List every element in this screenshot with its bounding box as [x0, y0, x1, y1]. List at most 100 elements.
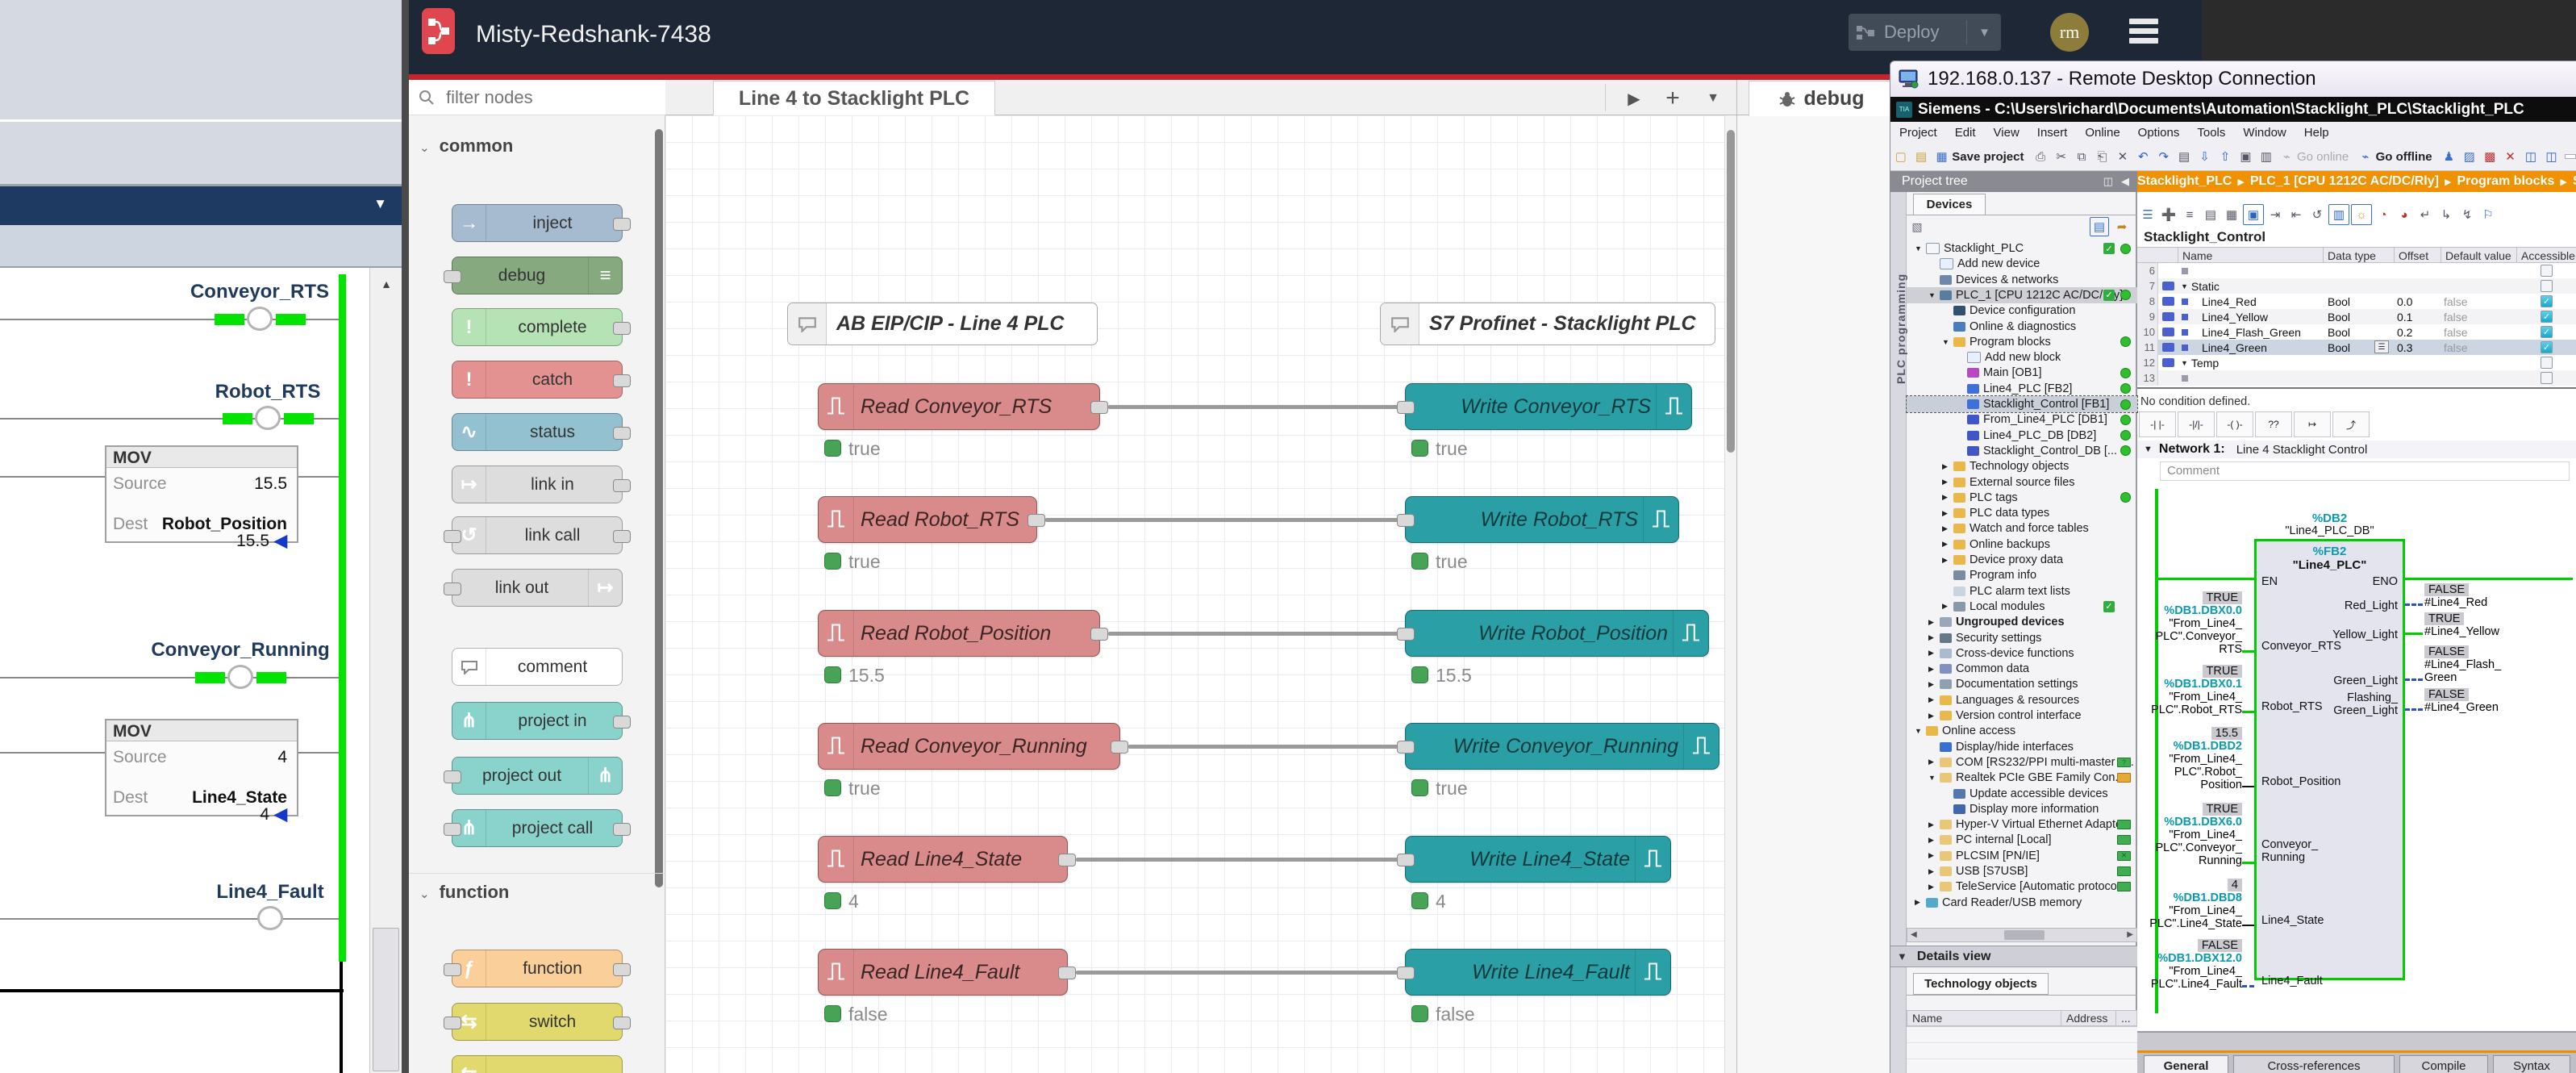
cross-ref-icon[interactable]: ✕ [2501, 147, 2520, 166]
expand-closed-icon[interactable]: ▶ [1928, 712, 1940, 720]
devices-tab[interactable]: Devices [1913, 194, 1986, 215]
tree-item-com-rs232-ppi-multi-master-c[interactable]: ▶COM [RS232/PPI multi-master c...? [1907, 754, 2137, 770]
tree-item-device-configuration[interactable]: Device configuration [1907, 303, 2137, 319]
col-header-offset[interactable]: Offset [2394, 248, 2441, 264]
tree-item-line4-plc-fb2[interactable]: Line4_PLC [FB2] [1907, 381, 2137, 397]
menu-tools[interactable]: Tools [2197, 126, 2225, 140]
tree-item-usb-s7usb[interactable]: ▶USB [S7USB] [1907, 863, 2137, 879]
step-in-icon[interactable]: ↵ [2416, 205, 2435, 224]
table-row-temp[interactable]: 12▼Temp [2137, 355, 2576, 370]
scroll-right-icon[interactable]: ▶ [2127, 930, 2133, 939]
tree-hscrollbar[interactable]: ◀ ▶ [1907, 928, 2137, 942]
tree-item-external-source-files[interactable]: ▶External source files [1907, 474, 2137, 491]
expand-closed-icon[interactable]: ▶ [1928, 883, 1940, 891]
fb-block[interactable]: %FB2"Line4_PLC"ENENOConveyor_RTSRobot_RT… [2254, 539, 2405, 980]
expand-all-icon[interactable]: ▥ [2328, 204, 2349, 225]
tree-item-ungrouped-devices[interactable]: ▶Ungrouped devices [1907, 614, 2137, 630]
bottom-tab-compile[interactable]: Compile [2399, 1055, 2488, 1073]
split-v-icon[interactable]: ◫ [2542, 147, 2561, 166]
expand-closed-icon[interactable]: ▶ [1928, 867, 1940, 876]
start-cpu-icon[interactable]: ▣ [2236, 147, 2255, 166]
tree-item-from-line4-plc-db1[interactable]: From_Line4_PLC [DB1] [1907, 411, 2137, 428]
stop-sim-icon[interactable]: ▩ [2480, 147, 2499, 166]
tree-item-display-hide-interfaces[interactable]: Display/hide interfaces [1907, 739, 2137, 755]
expand-closed-icon[interactable]: ▶ [1928, 695, 1940, 704]
tree-sync-icon[interactable]: ➦ [2112, 217, 2132, 236]
tree-item-common-data[interactable]: ▶Common data [1907, 661, 2137, 677]
save-values-icon[interactable]: ⇤ [2286, 205, 2306, 224]
network-comment-box[interactable]: Comment [2160, 461, 2570, 481]
accessible-checkbox[interactable]: ✓ [2541, 295, 2553, 307]
expand-closed-icon[interactable]: ▶ [1928, 836, 1940, 845]
expand-closed-icon[interactable]: ▶ [1928, 665, 1940, 674]
jump-button[interactable]: ⤴ [2332, 411, 2370, 437]
type-dropdown-button[interactable]: ☰ [2374, 340, 2389, 353]
menu-options[interactable]: Options [2138, 126, 2180, 140]
go-offline-label[interactable]: Go offline [2376, 150, 2432, 164]
breadcrumb-item[interactable]: PLC_1 [CPU 1212C AC/DC/Rly] [2250, 174, 2439, 189]
save-project-icon[interactable]: ▦ [1932, 147, 1951, 166]
breadcrumb-item[interactable]: Program blocks [2457, 174, 2554, 189]
tree-item-plc-data-types[interactable]: ▶PLC data types [1907, 505, 2137, 521]
upload-icon[interactable]: ⇧ [2215, 147, 2234, 166]
table-row-line4-flash-green[interactable]: 10Line4_Flash_GreenBool0.2false✓ [2137, 324, 2576, 340]
tree-item-documentation-settings[interactable]: ▶Documentation settings [1907, 676, 2137, 692]
expand-closed-icon[interactable]: ▶ [1928, 680, 1940, 689]
copy-snapshot-icon[interactable]: ▦ [2222, 205, 2241, 224]
menu-help[interactable]: Help [2304, 126, 2329, 140]
accessible-checkbox[interactable]: ✓ [2541, 311, 2553, 323]
tree-item-online-backups[interactable]: ▶Online backups [1907, 536, 2137, 553]
paste-icon[interactable]: ⎗ [2093, 147, 2111, 166]
tree-item-languages-resources[interactable]: ▶Languages & resources [1907, 692, 2137, 708]
expand-open-icon[interactable]: ▼ [1928, 291, 1940, 299]
breadcrumb-item[interactable]: Stacklight_Co [2573, 174, 2576, 189]
group-caret-icon[interactable]: ▼ [2181, 359, 2188, 367]
expand-closed-icon[interactable]: ▶ [1928, 820, 1940, 829]
undo-icon[interactable]: ↶ [2134, 147, 2153, 166]
menu-window[interactable]: Window [2243, 126, 2286, 140]
keep-values-icon[interactable]: ≡ [2180, 205, 2199, 224]
rt-icon[interactable]: ▥ [2257, 147, 2275, 166]
table-row-line4-red[interactable]: 8Line4_RedBool0.0false✓ [2137, 294, 2576, 309]
table-row-line4-green[interactable]: 11Line4_GreenBool☰0.3false✓ [2137, 340, 2576, 355]
table-row-line4-yellow[interactable]: 9Line4_YellowBool0.1false✓ [2137, 309, 2576, 324]
tree-item-stacklight-plc[interactable]: ▼Stacklight_PLC✓ [1907, 240, 2137, 257]
tree-item-local-modules[interactable]: ▶Local modules✓ [1907, 599, 2137, 615]
modify-icon[interactable]: ↯ [2457, 205, 2477, 224]
insert-row-icon[interactable]: ☰ [2138, 205, 2157, 224]
tree-item-security-settings[interactable]: ▶Security settings [1907, 630, 2137, 646]
tree-item-display-more-information[interactable]: Display more information [1907, 801, 2137, 817]
go-online-icon[interactable]: ⌁ [2278, 147, 2296, 166]
monitor-icon[interactable]: ☼ [2351, 204, 2372, 225]
col-header-datatype[interactable]: Data type [2323, 248, 2394, 264]
watch-icon[interactable]: ⚐ [2478, 205, 2498, 224]
expand-closed-icon[interactable]: ▶ [1942, 493, 1953, 502]
save-project-label[interactable]: Save project [1952, 150, 2024, 164]
tree-item-pc-internal-local[interactable]: ▶PC internal [Local] [1907, 832, 2137, 848]
snapshot-icon[interactable]: ▤ [2201, 205, 2220, 224]
tree-item-device-proxy-data[interactable]: ▶Device proxy data [1907, 552, 2137, 568]
contact-nc-button[interactable]: -|/|- [2178, 411, 2215, 437]
table-row--add-new-[interactable]: 13 [2137, 370, 2576, 386]
details-col-address[interactable]: Address [2061, 1010, 2116, 1026]
table-row--add-new-[interactable]: 6 [2137, 263, 2576, 278]
tree-item-plc-1-cpu-1212c-ac-dc-rly[interactable]: ▼PLC_1 [CPU 1212C AC/DC/Rly]✓ [1907, 287, 2137, 303]
menu-online[interactable]: Online [2085, 126, 2120, 140]
bottom-tab-general[interactable]: General [2144, 1055, 2228, 1073]
tree-item-devices-networks[interactable]: Devices & networks [1907, 272, 2137, 288]
rdp-titlebar[interactable]: 192.168.0.137 - Remote Desktop Connectio… [1890, 61, 2576, 97]
tree-item-teleservice-automatic-protoco[interactable]: ▶TeleService [Automatic protoco... [1907, 879, 2137, 895]
tree-item-watch-and-force-tables[interactable]: ▶Watch and force tables [1907, 520, 2137, 536]
tree-item-program-info[interactable]: Program info [1907, 567, 2137, 583]
delete-icon[interactable]: ✕ [2113, 147, 2132, 166]
expand-open-icon[interactable]: ▼ [1942, 338, 1953, 346]
col-header-name[interactable]: Name [2178, 248, 2323, 264]
coil-button[interactable]: -( )- [2216, 411, 2253, 437]
tree-item-plc-tags[interactable]: ▶PLC tags [1907, 490, 2137, 506]
col-header-defaultvalue[interactable]: Default value [2441, 248, 2516, 264]
menu-project[interactable]: Project [1899, 126, 1937, 140]
tree-item-line4-plc-db-db2[interactable]: Line4_PLC_DB [DB2] [1907, 428, 2137, 444]
tree-item-online-access[interactable]: ▼Online access [1907, 723, 2137, 739]
expand-closed-icon[interactable]: ▶ [1942, 509, 1953, 518]
start-sim-icon[interactable]: ▨ [2460, 147, 2478, 166]
